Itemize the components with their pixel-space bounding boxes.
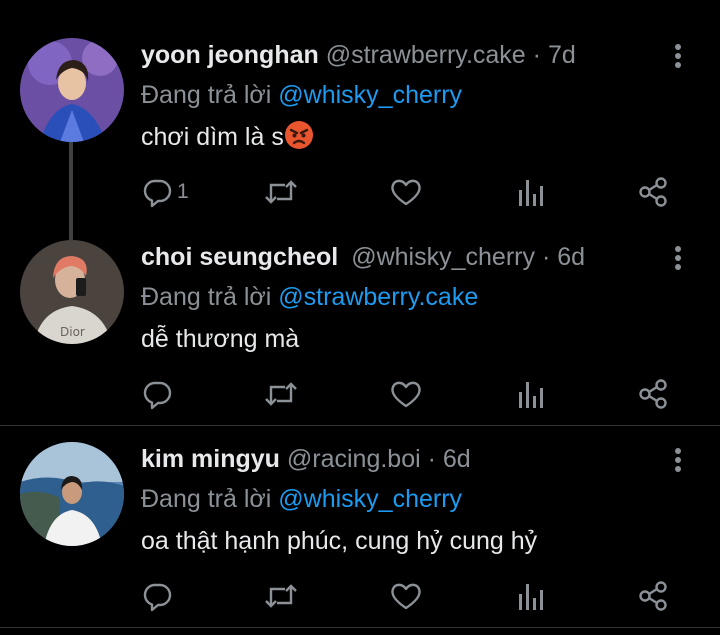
replying-to-mention[interactable]: @whisky_cherry: [278, 485, 462, 513]
reply-button[interactable]: 1: [141, 172, 189, 212]
user-handle[interactable]: @strawberry.cake: [326, 41, 526, 69]
reply-button[interactable]: [141, 576, 173, 616]
replying-to-label: Đang trả lời: [141, 283, 279, 311]
timestamp[interactable]: 6d: [557, 243, 585, 271]
share-icon: [639, 581, 667, 611]
replying-to: Đang trả lời @whisky_cherry: [141, 78, 462, 112]
like-button[interactable]: [389, 576, 423, 616]
replying-to: Đang trả lời @whisky_cherry: [141, 482, 462, 516]
replying-to-mention[interactable]: @strawberry.cake: [278, 283, 478, 311]
tweet-text: oa thật hạnh phúc, cung hỷ cung hỷ: [141, 527, 538, 555]
replying-to-label: Đang trả lời: [141, 485, 279, 513]
reply-count: 1: [177, 180, 189, 203]
display-name[interactable]: kim mingyu: [141, 445, 280, 473]
retweet-button[interactable]: [263, 576, 299, 616]
retweet-button[interactable]: [263, 172, 299, 212]
analytics-button[interactable]: [517, 172, 545, 212]
display-name[interactable]: yoon jeonghan: [141, 41, 319, 69]
tweet-header: yoon jeonghan @strawberry.cake · 7d: [141, 38, 576, 72]
share-button[interactable]: [637, 576, 669, 616]
more-vertical-icon: [675, 44, 681, 68]
reply-icon: [143, 381, 172, 410]
retweet-icon: [265, 180, 297, 204]
replying-to-label: Đang trả lời: [141, 81, 279, 109]
avatar[interactable]: [20, 442, 124, 546]
replying-to-mention[interactable]: @whisky_cherry: [278, 81, 462, 109]
analytics-icon: [519, 382, 543, 408]
more-options-button[interactable]: [668, 244, 688, 274]
timestamp[interactable]: 7d: [548, 41, 576, 69]
more-options-button[interactable]: [668, 446, 688, 476]
reply-button[interactable]: [141, 374, 173, 414]
heart-icon: [391, 381, 421, 408]
analytics-icon: [519, 180, 543, 206]
thread-connector-line: [69, 140, 73, 244]
timestamp[interactable]: 6d: [443, 445, 471, 473]
more-vertical-icon: [675, 246, 681, 270]
tweet-text: chơi dìm là s: [141, 120, 314, 154]
analytics-button[interactable]: [517, 374, 545, 414]
retweet-icon: [265, 382, 297, 406]
like-button[interactable]: [389, 172, 423, 212]
display-name[interactable]: choi seungcheol: [141, 243, 338, 271]
more-vertical-icon: [675, 448, 681, 472]
analytics-button[interactable]: [517, 576, 545, 616]
tweet-header: choi seungcheol @whisky_cherry · 6d: [141, 240, 585, 274]
share-button[interactable]: [637, 172, 669, 212]
user-handle[interactable]: @whisky_cherry: [351, 243, 535, 271]
heart-icon: [391, 583, 421, 610]
share-button[interactable]: [637, 374, 669, 414]
avatar[interactable]: Dior: [20, 240, 124, 344]
reply-icon: [143, 583, 172, 612]
separator-dot: ·: [541, 243, 551, 271]
separator-dot: ·: [427, 445, 436, 473]
separator-dot: ·: [532, 41, 541, 69]
reply-icon: [143, 179, 172, 208]
angry-face-emoji: [284, 121, 313, 150]
avatar[interactable]: [20, 38, 124, 142]
tweet-actions: [141, 576, 701, 616]
like-button[interactable]: [389, 374, 423, 414]
retweet-icon: [265, 584, 297, 608]
retweet-button[interactable]: [263, 374, 299, 414]
share-icon: [639, 177, 667, 207]
tweet-text: dễ thương mà: [141, 325, 300, 353]
tweet-text-content: chơi dìm là s: [141, 123, 284, 151]
divider: [0, 627, 720, 628]
tweet-header: kim mingyu @racing.boi · 6d: [141, 442, 471, 476]
analytics-icon: [519, 584, 543, 610]
divider: [0, 425, 720, 426]
svg-text:Dior: Dior: [60, 325, 85, 339]
heart-icon: [391, 179, 421, 206]
share-icon: [639, 379, 667, 409]
replying-to: Đang trả lời @strawberry.cake: [141, 280, 478, 314]
tweet-actions: [141, 374, 701, 414]
user-handle[interactable]: @racing.boi: [287, 445, 421, 473]
tweet-actions: 1: [141, 172, 701, 212]
more-options-button[interactable]: [668, 42, 688, 72]
